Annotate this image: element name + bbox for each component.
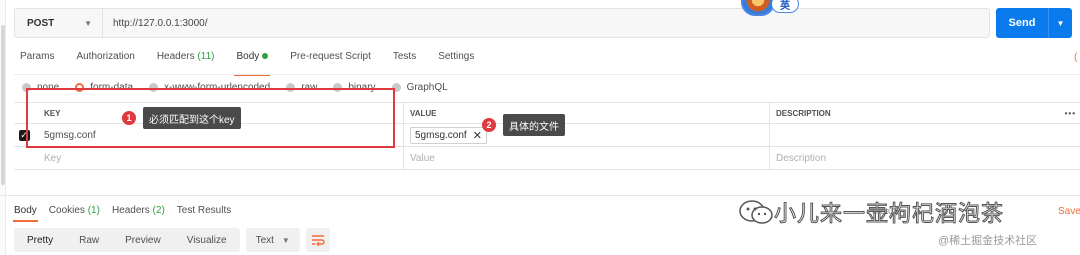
tab-divider (14, 74, 1080, 75)
avatar-label: 英 (771, 0, 799, 13)
method-select[interactable]: POST ▼ (15, 9, 103, 37)
response-tab-headers[interactable]: Headers (2) (112, 205, 165, 216)
column-value: VALUE (404, 103, 770, 123)
response-tab-test-results[interactable]: Test Results (177, 205, 231, 216)
body-type-graphql[interactable]: GraphQL (391, 82, 448, 93)
watermark-subtext: @稀土掘金技术社区 (938, 235, 1038, 247)
tab-authorization[interactable]: Authorization (76, 51, 134, 71)
format-select[interactable]: Text ▼ (245, 228, 300, 252)
tab-headers[interactable]: Headers (11) (157, 51, 215, 71)
chevron-down-icon: ▼ (281, 235, 290, 245)
view-mode-group: Pretty Raw Preview Visualize (14, 228, 240, 252)
new-key-field[interactable]: Key (34, 147, 404, 169)
column-description: DESCRIPTION ••• (776, 108, 1076, 118)
wechat-icon (739, 200, 773, 224)
wrap-lines-button[interactable] (305, 228, 330, 252)
table-row-empty: Key Value Description (14, 147, 1080, 170)
chevron-down-icon: ▼ (84, 18, 92, 28)
wrap-lines-icon (311, 235, 325, 246)
response-tab-cookies[interactable]: Cookies (1) (49, 205, 100, 216)
cookies-link-edge[interactable]: ( (1074, 52, 1077, 63)
more-icon[interactable]: ••• (1065, 109, 1076, 118)
send-button[interactable]: Send ▼ (996, 8, 1072, 38)
response-view-toolbar: Pretty Raw Preview Visualize Text ▼ (14, 228, 330, 252)
annotation-tooltip-2: 具体的文件 (503, 114, 565, 136)
tab-params[interactable]: Params (20, 51, 54, 71)
left-scrollbar[interactable] (0, 0, 6, 255)
headers-count: (11) (197, 51, 215, 62)
remove-file-icon[interactable]: ✕ (473, 129, 482, 142)
annotation-badge-1: 1 (122, 111, 136, 125)
view-pretty-button[interactable]: Pretty (14, 228, 66, 252)
response-tabs: Body Cookies (1) Headers (2) Test Result… (13, 205, 243, 222)
new-value-field[interactable]: Value (404, 147, 770, 169)
row-value-field[interactable]: 5gmsg.conf ✕ (404, 124, 770, 146)
send-label: Send (1008, 17, 1036, 29)
file-chip: 5gmsg.conf ✕ (410, 126, 487, 144)
tab-tests[interactable]: Tests (393, 51, 416, 71)
watermark: 小儿来一壶枸杞酒泡茶 (738, 196, 1004, 228)
left-scrollbar-thumb[interactable] (1, 25, 5, 185)
save-response-button[interactable]: Save (1058, 206, 1080, 217)
chevron-down-icon[interactable]: ▼ (1048, 8, 1072, 38)
view-raw-button[interactable]: Raw (66, 228, 112, 252)
row-description-field[interactable] (770, 124, 1080, 146)
avatar: 英 (741, 0, 803, 16)
tab-settings[interactable]: Settings (438, 51, 474, 71)
annotation-tooltip-1: 必须匹配到这个key (143, 107, 241, 129)
tab-body[interactable]: Body (234, 51, 271, 76)
annotation-badge-2: 2 (482, 118, 496, 132)
request-tabs: Params Authorization Headers (11) Body P… (20, 51, 496, 76)
request-url-bar: POST ▼ (14, 8, 990, 38)
method-label: POST (27, 17, 55, 29)
view-visualize-button[interactable]: Visualize (174, 228, 240, 252)
watermark-text: 小儿来一壶枸杞酒泡茶 (773, 202, 1005, 228)
view-preview-button[interactable]: Preview (112, 228, 174, 252)
body-indicator-dot (262, 53, 269, 60)
avatar-image (741, 0, 775, 16)
response-tab-body[interactable]: Body (13, 205, 38, 222)
url-input[interactable] (103, 9, 989, 37)
tab-pre-request-script[interactable]: Pre-request Script (290, 51, 371, 71)
new-description-field[interactable]: Description (770, 147, 1080, 169)
